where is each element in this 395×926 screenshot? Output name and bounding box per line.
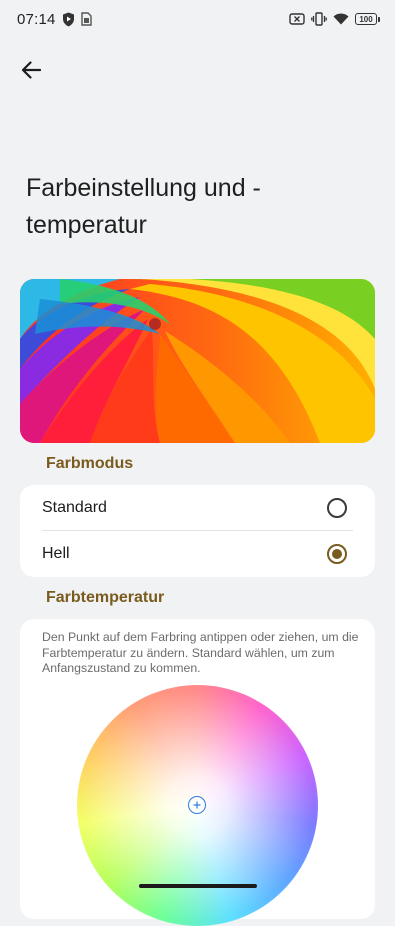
status-bar-right: 100 bbox=[289, 12, 380, 26]
option-standard[interactable]: Standard bbox=[20, 485, 375, 531]
color-picker-handle[interactable] bbox=[188, 796, 206, 814]
color-mode-section-label: Farbmodus bbox=[46, 455, 134, 472]
no-sim-icon bbox=[289, 13, 305, 25]
page-title: Farbeinstellung und -temperatur bbox=[26, 174, 261, 239]
color-temperature-description: Den Punkt auf dem Farbring antippen oder… bbox=[42, 630, 359, 675]
plus-icon bbox=[193, 801, 201, 809]
status-bar-left: 07:14 bbox=[17, 11, 92, 28]
home-indicator[interactable] bbox=[139, 884, 257, 888]
option-hell[interactable]: Hell bbox=[20, 531, 375, 577]
color-temperature-section-label: Farbtemperatur bbox=[46, 589, 165, 606]
wifi-icon bbox=[333, 13, 349, 25]
color-mode-card: Standard Hell bbox=[20, 485, 375, 577]
arrow-left-icon bbox=[21, 61, 41, 79]
hero-image bbox=[20, 279, 375, 443]
radio-hell[interactable] bbox=[327, 544, 347, 564]
battery-icon: 100 bbox=[355, 13, 380, 25]
back-button[interactable] bbox=[14, 53, 48, 87]
status-bar: 07:14 100 bbox=[0, 0, 395, 38]
radio-standard[interactable] bbox=[327, 498, 347, 518]
option-hell-label: Hell bbox=[42, 545, 70, 562]
status-time: 07:14 bbox=[17, 10, 56, 28]
battery-level: 100 bbox=[359, 14, 373, 24]
option-standard-label: Standard bbox=[42, 499, 107, 516]
color-wheel[interactable] bbox=[77, 685, 318, 926]
shield-icon bbox=[62, 12, 75, 27]
sim-card-icon bbox=[80, 12, 92, 26]
vibrate-icon bbox=[311, 12, 327, 26]
color-temperature-card: Den Punkt auf dem Farbring antippen oder… bbox=[20, 619, 375, 926]
